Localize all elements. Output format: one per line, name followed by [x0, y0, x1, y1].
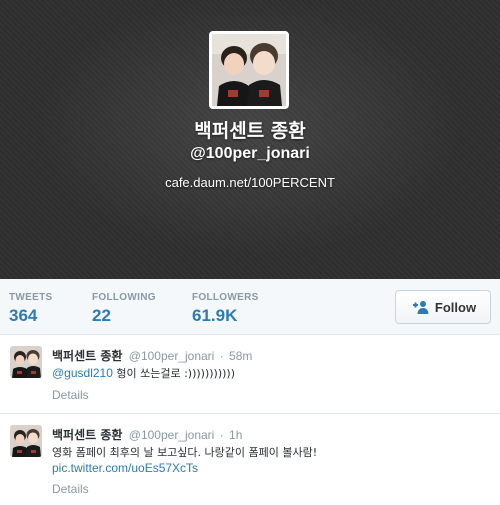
tweet-item[interactable]: 백퍼센트 종환 @100per_jonari · 58m @gusdl210 형… [0, 336, 500, 414]
stat-followers[interactable]: FOLLOWERS 61.9K [192, 292, 259, 326]
tweet-author-handle[interactable]: @100per_jonari [129, 349, 215, 363]
tweet-item[interactable]: 백퍼센트 종환 @100per_jonari · 1h 영화 폼페이 최후의 날… [0, 415, 500, 505]
follow-button[interactable]: Follow [395, 290, 491, 324]
avatar-photo [10, 425, 42, 457]
tweet-timestamp[interactable]: 58m [229, 349, 252, 363]
profile-name: 백퍼센트 종환 [194, 120, 306, 142]
stat-value: 364 [9, 306, 38, 325]
avatar-photo [212, 34, 286, 106]
profile-url-link[interactable]: cafe.daum.net/100PERCENT [0, 175, 500, 190]
profile-handle: @100per_jonari [190, 145, 310, 162]
avatar-photo [10, 346, 42, 378]
tweet-header: 백퍼센트 종환 @100per_jonari · 58m [52, 347, 252, 364]
tweet-separator: · [219, 349, 224, 363]
tweet-avatar[interactable] [10, 346, 42, 378]
stat-label: FOLLOWERS [192, 292, 259, 303]
tweet-media-link[interactable]: pic.twitter.com/uoEs57XcTs [52, 461, 198, 475]
profile-header: 백퍼센트 종환 @100per_jonari cafe.daum.net/100… [0, 0, 500, 279]
tweet-details-link[interactable]: Details [52, 388, 89, 402]
tweet-author-name[interactable]: 백퍼센트 종환 [52, 428, 122, 442]
tweet-header: 백퍼센트 종환 @100per_jonari · 1h [52, 426, 242, 443]
stat-tweets[interactable]: TWEETS 364 [9, 292, 52, 326]
tweet-body: 형이 쏘는걸로 :))))))))))) [112, 367, 236, 380]
stat-value: 61.9K [192, 306, 238, 325]
tweet-author-handle[interactable]: @100per_jonari [129, 428, 215, 442]
follow-button-label: Follow [434, 299, 477, 315]
stat-following[interactable]: FOLLOWING 22 [92, 292, 156, 326]
stat-label: TWEETS [9, 292, 53, 303]
tweet-timestamp[interactable]: 1h [229, 428, 242, 442]
tweet-separator: · [219, 428, 224, 442]
tweet-body: 영화 폼페이 최후의 날 보고싶다. 나랑같이 폼페이 볼사람! [52, 446, 318, 459]
tweet-mention-link[interactable]: @gusdl210 [52, 366, 113, 380]
tweet-author-name[interactable]: 백퍼센트 종환 [52, 349, 122, 363]
tweet-avatar[interactable] [10, 425, 42, 457]
tweet-text: @gusdl210 형이 쏘는걸로 :))))))))))) [52, 366, 235, 381]
profile-avatar[interactable] [209, 31, 289, 109]
add-user-icon [412, 301, 429, 314]
stat-label: FOLLOWING [92, 292, 156, 303]
tweet-details-link[interactable]: Details [52, 482, 89, 496]
stat-value: 22 [92, 306, 111, 325]
